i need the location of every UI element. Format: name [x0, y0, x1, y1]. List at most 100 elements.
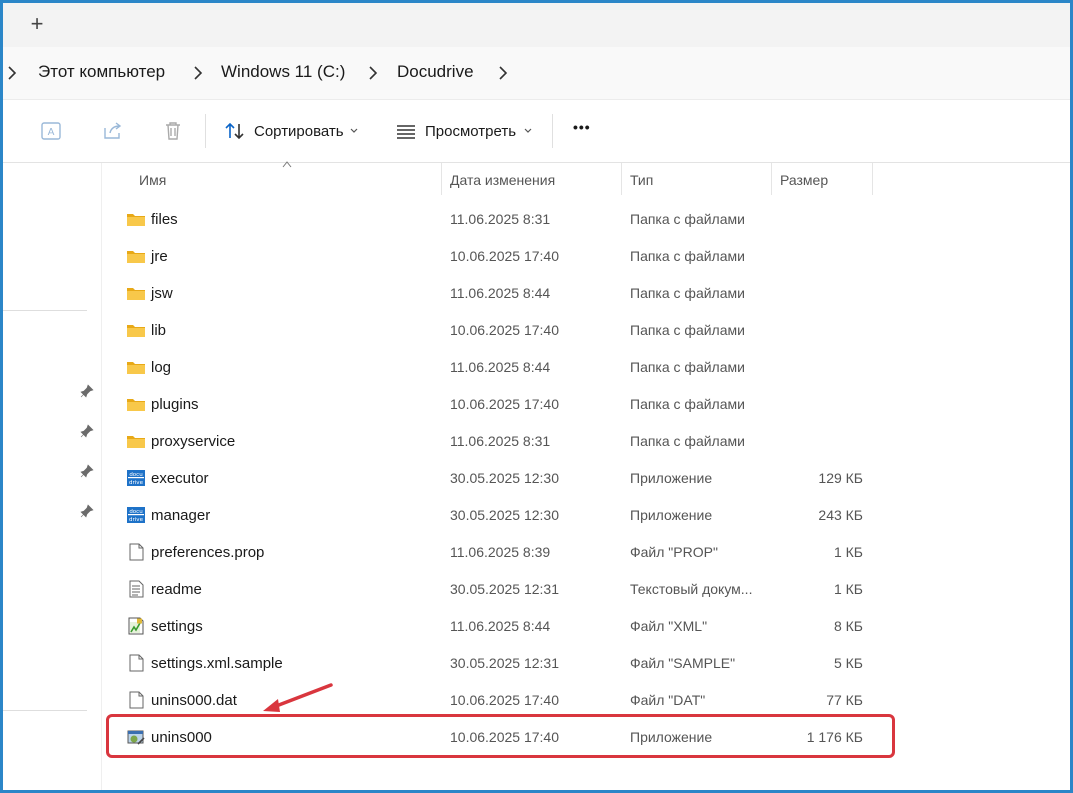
table-row[interactable]: readme 30.05.2025 12:31 Текстовый докум...…	[103, 571, 873, 608]
rename-icon[interactable]: A	[39, 119, 63, 143]
table-row[interactable]: jsw 11.06.2025 8:44 Папка с файлами	[103, 275, 873, 312]
nav-divider	[3, 710, 87, 711]
docudrive-app-icon: docu drive	[127, 507, 145, 523]
file-date: 11.06.2025 8:31	[450, 433, 551, 449]
file-date: 10.06.2025 17:40	[450, 692, 559, 708]
file-type: Папка с файлами	[630, 322, 745, 338]
file-date: 10.06.2025 17:40	[450, 248, 559, 264]
chevron-right-icon[interactable]	[193, 64, 203, 82]
new-tab-button[interactable]: +	[25, 11, 49, 37]
file-name[interactable]: log	[151, 359, 171, 376]
command-bar: A Сортировать Просмотреть •••	[3, 100, 1070, 163]
text-file-icon	[129, 580, 144, 598]
column-header-date[interactable]: Дата изменения	[450, 172, 555, 188]
folder-icon	[127, 288, 145, 300]
folder-icon	[127, 325, 145, 337]
table-row[interactable]: log 11.06.2025 8:44 Папка с файлами	[103, 349, 873, 386]
file-name[interactable]: plugins	[151, 396, 199, 413]
file-date: 30.05.2025 12:30	[450, 470, 559, 486]
explorer-window: + Этот компьютер Windows 11 (C:) Docudri…	[0, 0, 1073, 793]
file-type: Текстовый докум...	[630, 581, 753, 597]
chevron-down-icon[interactable]	[523, 126, 533, 136]
file-name[interactable]: jre	[151, 248, 168, 265]
table-row[interactable]: proxyservice 11.06.2025 8:31 Папка с файла…	[103, 423, 873, 460]
file-name[interactable]: proxyservice	[151, 433, 235, 450]
file-date: 10.06.2025 17:40	[450, 396, 559, 412]
file-size: 1 КБ	[833, 581, 863, 597]
table-row[interactable]: settings 11.06.2025 8:44 Файл "XML" 8 КБ	[103, 608, 873, 645]
docudrive-app-icon: docu drive	[127, 470, 145, 486]
tab-strip: +	[3, 3, 1070, 47]
view-button[interactable]: Просмотреть	[425, 123, 516, 140]
folder-icon	[127, 436, 145, 448]
file-date: 30.05.2025 12:31	[450, 655, 559, 671]
share-icon[interactable]	[101, 119, 125, 143]
pin-icon[interactable]	[80, 424, 94, 438]
breadcrumb-docudrive[interactable]: Docudrive	[397, 62, 474, 82]
file-type: Папка с файлами	[630, 211, 745, 227]
column-divider[interactable]	[872, 163, 873, 195]
column-header-name[interactable]: Имя	[139, 172, 166, 188]
folder-icon	[127, 214, 145, 226]
table-row[interactable]: files 11.06.2025 8:31 Папка с файлами	[103, 201, 873, 238]
table-row[interactable]: lib 10.06.2025 17:40 Папка с файлами	[103, 312, 873, 349]
file-type: Папка с файлами	[630, 248, 745, 264]
pane-divider	[101, 163, 102, 790]
file-size: 8 КБ	[833, 618, 863, 634]
file-name[interactable]: readme	[151, 581, 202, 598]
svg-text:drive: drive	[129, 480, 144, 486]
column-divider[interactable]	[621, 163, 622, 195]
column-divider[interactable]	[771, 163, 772, 195]
file-type: Папка с файлами	[630, 285, 745, 301]
file-date: 11.06.2025 8:44	[450, 359, 551, 375]
file-icon	[129, 654, 144, 672]
svg-text:docu: docu	[129, 472, 142, 478]
view-icon[interactable]	[394, 119, 418, 143]
file-size: 5 КБ	[833, 655, 863, 671]
file-name[interactable]: settings	[151, 618, 203, 635]
folder-icon	[127, 362, 145, 374]
file-name[interactable]: unins000.dat	[151, 692, 237, 709]
file-name[interactable]: files	[151, 211, 178, 228]
sort-icon[interactable]	[223, 119, 247, 143]
file-name[interactable]: lib	[151, 322, 166, 339]
file-date: 11.06.2025 8:44	[450, 618, 551, 634]
table-row[interactable]: settings.xml.sample 30.05.2025 12:31 Файл …	[103, 645, 873, 682]
chevron-right-icon[interactable]	[498, 64, 508, 82]
file-date: 11.06.2025 8:31	[450, 211, 551, 227]
address-bar[interactable]: Этот компьютер Windows 11 (C:) Docudrive	[3, 47, 1070, 100]
chevron-right-icon[interactable]	[368, 64, 378, 82]
breadcrumb-this-pc[interactable]: Этот компьютер	[38, 62, 165, 82]
folder-icon	[127, 399, 145, 411]
chevron-right-icon[interactable]	[7, 64, 17, 82]
table-row[interactable]: plugins 10.06.2025 17:40 Папка с файлами	[103, 386, 873, 423]
chevron-down-icon[interactable]	[349, 126, 359, 136]
table-row[interactable]: docu drive executor 30.05.2025 12:30 Приложе…	[103, 460, 873, 497]
file-name[interactable]: executor	[151, 470, 209, 487]
file-type: Папка с файлами	[630, 433, 745, 449]
delete-icon[interactable]	[161, 119, 185, 143]
file-icon	[129, 543, 144, 561]
file-size: 243 КБ	[818, 507, 863, 523]
file-type: Приложение	[630, 507, 713, 523]
pin-icon[interactable]	[80, 504, 94, 518]
file-name[interactable]: settings.xml.sample	[151, 655, 283, 672]
table-row[interactable]: jre 10.06.2025 17:40 Папка с файлами	[103, 238, 873, 275]
file-date: 11.06.2025 8:39	[450, 544, 551, 560]
file-date: 30.05.2025 12:30	[450, 507, 559, 523]
pin-icon[interactable]	[80, 464, 94, 478]
file-name[interactable]: preferences.prop	[151, 544, 264, 561]
breadcrumb-drive-c[interactable]: Windows 11 (C:)	[221, 62, 345, 82]
sort-button[interactable]: Сортировать	[254, 123, 344, 140]
file-name[interactable]: manager	[151, 507, 210, 524]
column-header-type[interactable]: Тип	[630, 172, 653, 188]
column-divider[interactable]	[441, 163, 442, 195]
file-type: Папка с файлами	[630, 396, 745, 412]
more-options-button[interactable]: •••	[573, 119, 591, 135]
file-name[interactable]: jsw	[151, 285, 173, 302]
table-row[interactable]: preferences.prop 11.06.2025 8:39 Файл "PRO…	[103, 534, 873, 571]
pin-icon[interactable]	[80, 384, 94, 398]
column-header-size[interactable]: Размер	[780, 172, 828, 188]
table-row[interactable]: docu drive manager 30.05.2025 12:30 Приложен…	[103, 497, 873, 534]
file-date: 30.05.2025 12:31	[450, 581, 559, 597]
